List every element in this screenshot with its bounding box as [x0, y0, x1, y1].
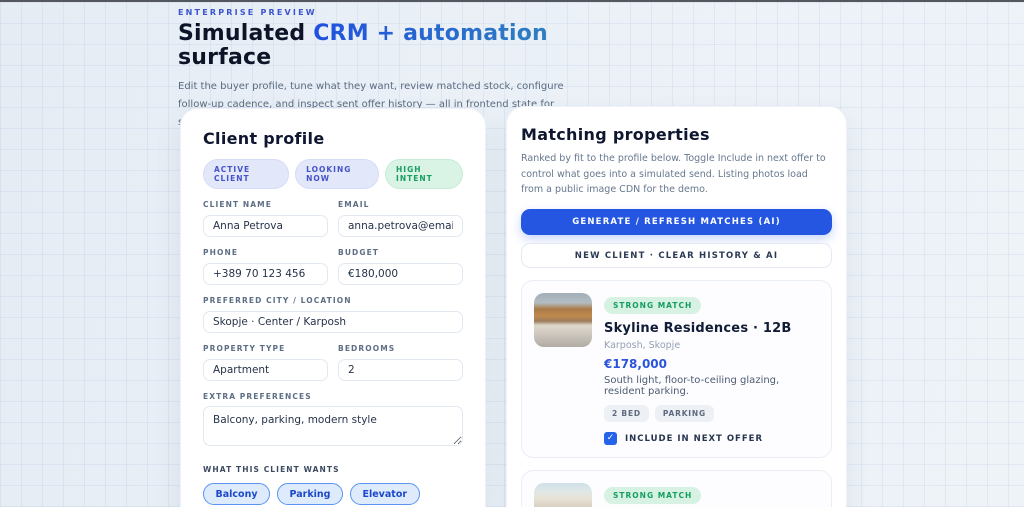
email-input[interactable]: [338, 215, 463, 237]
page-title-prefix: Simulated: [178, 21, 314, 46]
client-status-badges: ACTIVE CLIENT LOOKING NOW HIGH INTENT: [203, 159, 463, 189]
property-type-label: PROPERTY TYPE: [203, 344, 286, 353]
include-in-offer-toggle[interactable]: ✓ INCLUDE IN NEXT OFFER: [604, 432, 819, 446]
client-profile-panel: Client profile ACTIVE CLIENT LOOKING NOW…: [180, 108, 486, 507]
property-card: STRONG MATCH Skyline Residences · 12B Ka…: [521, 280, 832, 459]
status-badge-active-client: ACTIVE CLIENT: [203, 159, 290, 189]
phone-field-group: PHONE: [203, 248, 328, 285]
property-card-body: STRONG MATCH Skyline Residences · 12B Ka…: [604, 293, 819, 446]
property-type-input[interactable]: [203, 359, 328, 381]
extra-preferences-textarea[interactable]: Balcony, parking, modern style: [203, 406, 463, 446]
property-tag: PARKING: [654, 405, 714, 423]
generate-matches-button[interactable]: GENERATE / REFRESH MATCHES (AI): [521, 209, 832, 236]
email-label: EMAIL: [338, 200, 370, 209]
client-name-input[interactable]: [203, 215, 328, 237]
client-profile-title: Client profile: [203, 129, 325, 148]
property-price: €178,000: [604, 357, 668, 372]
property-photo: [534, 483, 592, 507]
status-badge-looking-now: LOOKING NOW: [295, 159, 380, 189]
checkbox-checked-icon[interactable]: ✓: [604, 432, 617, 446]
bedrooms-field-group: BEDROOMS: [338, 344, 463, 381]
phone-input[interactable]: [203, 263, 328, 285]
status-badge-high-intent: HIGH INTENT: [385, 159, 463, 189]
property-tag: 2 BED: [604, 405, 649, 423]
phone-label: PHONE: [203, 248, 239, 257]
extra-preferences-label: EXTRA PREFERENCES: [203, 392, 312, 401]
wants-section-label: WHAT THIS CLIENT WANTS: [203, 465, 340, 474]
window-top-edge: [0, 0, 1024, 2]
matching-properties-panel: Matching properties Ranked by fit to the…: [506, 106, 847, 507]
location-field-group: PREFERRED CITY / LOCATION: [203, 296, 463, 333]
property-location: Karposh, Skopje: [604, 340, 681, 352]
match-strength-badge: STRONG MATCH: [604, 297, 702, 315]
chip-elevator[interactable]: Elevator: [349, 483, 420, 505]
property-name: Skyline Residences · 12B: [604, 321, 792, 337]
form-row-phone-budget: PHONE BUDGET: [203, 237, 463, 285]
client-name-label: CLIENT NAME: [203, 200, 272, 209]
property-description: South light, floor-to-ceiling glazing, r…: [604, 375, 780, 398]
location-input[interactable]: [203, 311, 463, 333]
property-card: STRONG MATCH Riverfront Phase II Aerodro…: [521, 470, 832, 507]
bedrooms-label: BEDROOMS: [338, 344, 396, 353]
form-row-type-bedrooms: PROPERTY TYPE BEDROOMS: [203, 333, 463, 381]
location-label: PREFERRED CITY / LOCATION: [203, 296, 352, 305]
bedrooms-input[interactable]: [338, 359, 463, 381]
match-strength-badge: STRONG MATCH: [604, 487, 702, 505]
extra-preferences-field-group: EXTRA PREFERENCES Balcony, parking, mode…: [203, 392, 463, 450]
include-in-offer-label: INCLUDE IN NEXT OFFER: [625, 433, 764, 444]
budget-label: BUDGET: [338, 248, 380, 257]
chip-parking[interactable]: Parking: [277, 483, 343, 505]
property-tags: 2 BED PARKING: [604, 405, 819, 423]
property-card-body: STRONG MATCH Riverfront Phase II Aerodro…: [604, 483, 819, 507]
property-photo: [534, 293, 592, 348]
matching-properties-title: Matching properties: [521, 125, 710, 144]
client-name-field-group: CLIENT NAME: [203, 200, 328, 237]
wants-chip-list: Balcony Parking Elevator Modern interior…: [203, 483, 463, 507]
page-title: Simulated CRM + automation surface: [178, 21, 638, 71]
form-row-name-email: CLIENT NAME EMAIL: [203, 189, 463, 237]
page-title-accent: CRM + automation: [313, 21, 548, 46]
matching-properties-description: Ranked by fit to the profile below. Togg…: [521, 153, 826, 196]
property-type-field-group: PROPERTY TYPE: [203, 344, 328, 381]
email-field-group: EMAIL: [338, 200, 463, 237]
new-client-button[interactable]: NEW CLIENT · CLEAR HISTORY & AI: [521, 243, 832, 269]
budget-input[interactable]: [338, 263, 463, 285]
budget-field-group: BUDGET: [338, 248, 463, 285]
page-title-suffix: surface: [178, 45, 272, 71]
chip-balcony[interactable]: Balcony: [203, 483, 271, 505]
eyebrow-label: ENTERPRISE PREVIEW: [178, 8, 317, 17]
